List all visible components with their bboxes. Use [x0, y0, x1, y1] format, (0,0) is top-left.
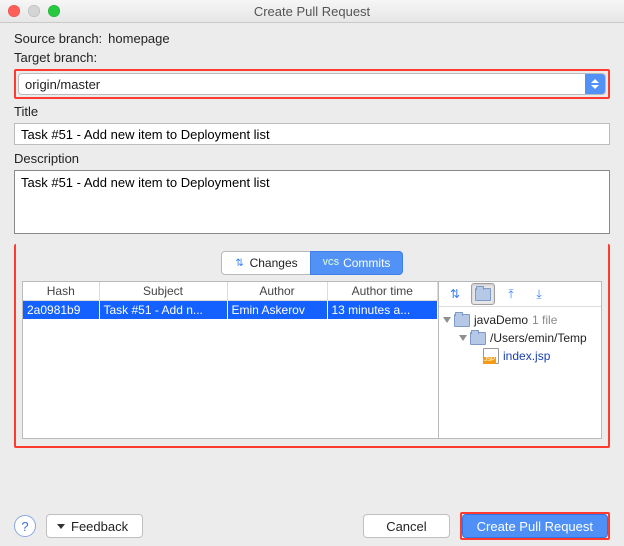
- changes-commits-highlight: ⇅ Changes VCS Commits: [14, 244, 610, 448]
- tab-changes-label: Changes: [250, 256, 298, 270]
- source-branch-value: homepage: [108, 31, 169, 46]
- title-bar: Create Pull Request: [0, 0, 624, 23]
- title-label: Title: [14, 104, 38, 119]
- submit-label: Create Pull Request: [477, 519, 593, 534]
- tree-root-name: javaDemo: [474, 311, 528, 329]
- jsp-file-icon: JSP: [483, 348, 499, 364]
- tab-commits-label: Commits: [343, 256, 390, 270]
- tab-changes[interactable]: ⇅ Changes: [221, 251, 311, 275]
- commits-table-container: Hash Subject Author Author time 2a0981b9…: [23, 282, 439, 438]
- feedback-button[interactable]: Feedback: [46, 514, 143, 538]
- tree-root-count: 1 file: [532, 311, 557, 329]
- feedback-label: Feedback: [71, 519, 128, 534]
- collapse-all-icon[interactable]: ⤓: [527, 283, 551, 305]
- target-branch-select[interactable]: origin/master: [18, 73, 606, 95]
- target-branch-highlight: origin/master: [14, 69, 610, 99]
- commits-panel: Hash Subject Author Author time 2a0981b9…: [22, 281, 602, 439]
- expand-all-icon[interactable]: ⤒: [499, 283, 523, 305]
- group-by-directory-icon[interactable]: [471, 283, 495, 305]
- chevron-down-icon[interactable]: [443, 317, 451, 323]
- help-icon[interactable]: ?: [14, 515, 36, 537]
- segmented-control: ⇅ Changes VCS Commits: [22, 251, 602, 275]
- dropdown-caret-icon: [585, 74, 605, 94]
- chevron-down-icon: [57, 524, 65, 529]
- target-branch-selected: origin/master: [19, 74, 585, 94]
- window-title: Create Pull Request: [254, 4, 370, 19]
- file-tree-container: ⇅ ⤒ ⤓ javaDemo 1 file: [439, 282, 601, 438]
- create-pull-request-button[interactable]: Create Pull Request: [462, 514, 608, 538]
- col-author[interactable]: Author: [227, 282, 327, 301]
- title-input[interactable]: [14, 123, 610, 145]
- col-hash[interactable]: Hash: [23, 282, 99, 301]
- cell-author: Emin Askerov: [227, 301, 327, 320]
- file-tree-toolbar: ⇅ ⤒ ⤓: [439, 282, 601, 307]
- file-tree[interactable]: javaDemo 1 file /Users/emin/Temp JSP ind…: [439, 307, 601, 369]
- cancel-button[interactable]: Cancel: [363, 514, 449, 538]
- col-time[interactable]: Author time: [327, 282, 438, 301]
- dialog-footer: ? Feedback Cancel Create Pull Request: [0, 506, 624, 546]
- tree-path: /Users/emin/Temp: [490, 329, 587, 347]
- description-input[interactable]: Task #51 - Add new item to Deployment li…: [14, 170, 610, 234]
- chevron-down-icon[interactable]: [459, 335, 467, 341]
- description-label: Description: [14, 151, 79, 166]
- folder-icon: [470, 332, 486, 345]
- table-row[interactable]: 2a0981b9 Task #51 - Add n... Emin Askero…: [23, 301, 438, 320]
- cancel-label: Cancel: [386, 519, 426, 534]
- zoom-window-icon[interactable]: [48, 5, 60, 17]
- minimize-window-icon: [28, 5, 40, 17]
- tab-commits[interactable]: VCS Commits: [310, 251, 404, 275]
- submit-highlight: Create Pull Request: [460, 512, 610, 540]
- diff-icon: ⇅: [234, 257, 246, 269]
- commits-table[interactable]: Hash Subject Author Author time 2a0981b9…: [23, 282, 438, 319]
- cell-subject: Task #51 - Add n...: [99, 301, 227, 320]
- show-diff-icon[interactable]: ⇅: [443, 283, 467, 305]
- folder-icon: [454, 314, 470, 327]
- cell-time: 13 minutes a...: [327, 301, 438, 320]
- cell-hash: 2a0981b9: [23, 301, 99, 320]
- vcs-icon: VCS: [323, 259, 339, 267]
- col-subject[interactable]: Subject: [99, 282, 227, 301]
- window-controls: [8, 5, 60, 17]
- close-window-icon[interactable]: [8, 5, 20, 17]
- target-branch-label: Target branch:: [14, 50, 97, 65]
- source-branch-label: Source branch:: [14, 31, 102, 46]
- tree-file-name[interactable]: index.jsp: [503, 347, 550, 365]
